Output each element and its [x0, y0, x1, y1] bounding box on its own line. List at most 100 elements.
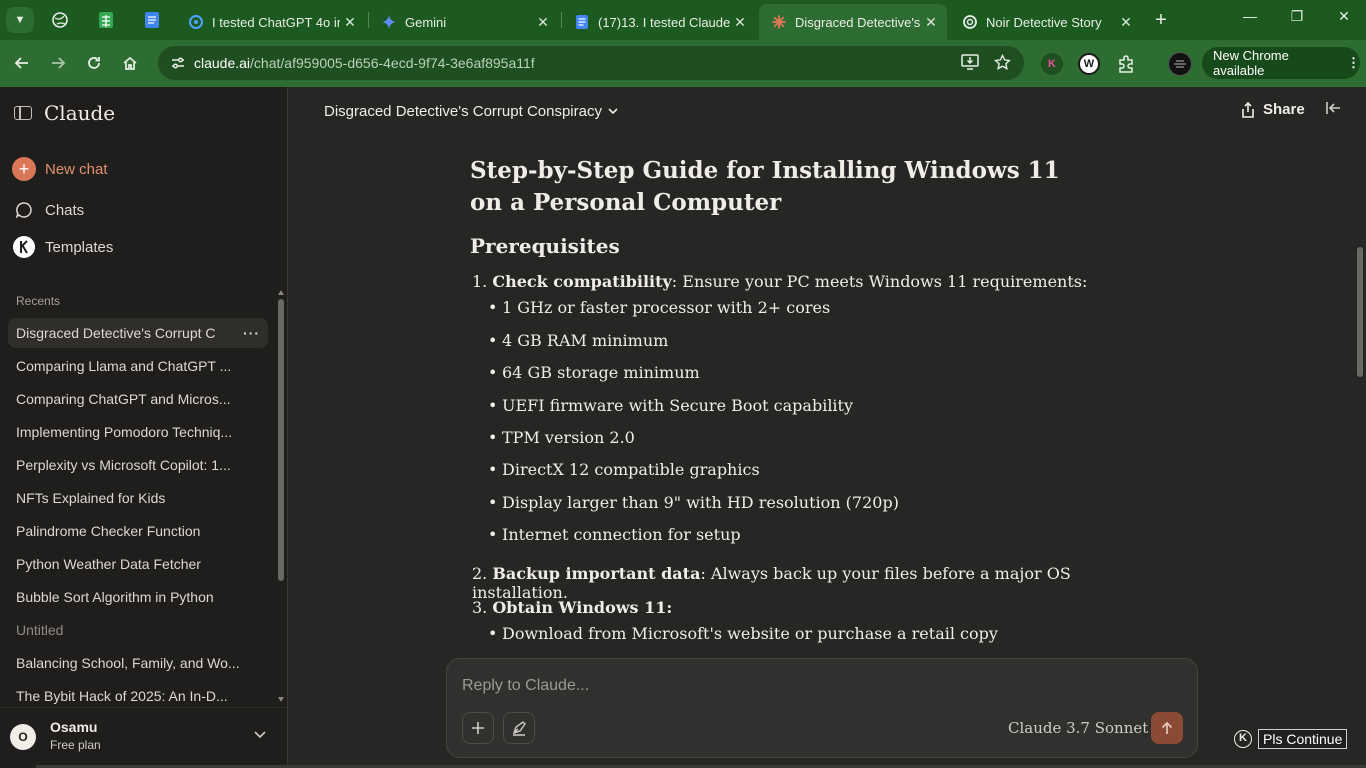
pinned-tab-globe[interactable] [49, 9, 71, 31]
new-chat-button[interactable]: + New chat [12, 157, 108, 181]
pls-continue-widget[interactable]: K Pls Continue [1234, 729, 1348, 749]
recent-chat-item[interactable]: Perplexity vs Microsoft Copilot: 1... [8, 450, 268, 480]
close-icon[interactable]: ✕ [340, 14, 360, 31]
profile-avatar[interactable] [1168, 52, 1192, 76]
install-app-icon[interactable] [960, 54, 980, 72]
new-chat-label: New chat [45, 160, 108, 178]
close-icon[interactable]: ✕ [921, 14, 941, 31]
plus-icon [472, 722, 484, 734]
extension-k-icon[interactable]: K [1041, 53, 1063, 75]
tab-gemini[interactable]: Gemini ✕ [369, 4, 559, 40]
collapse-panel-icon[interactable] [1325, 101, 1341, 120]
sidebar-item-chats[interactable]: Chats [12, 198, 84, 222]
list-number: 2. [472, 564, 488, 583]
recent-chat-label: Comparing Llama and ChatGPT ... [16, 358, 232, 374]
list-item: 2. Backup important data: Always back up… [472, 564, 1110, 602]
recent-chat-item[interactable]: Python Weather Data Fetcher [8, 549, 268, 579]
window-close-button[interactable]: ✕ [1324, 8, 1364, 25]
more-options-icon[interactable]: ··· [239, 325, 260, 341]
url-path: /chat/af959005-d656-4ecd-9f74-3e6af895a1… [250, 55, 535, 71]
tab-claude-active[interactable]: Disgraced Detective's C ✕ [759, 4, 947, 40]
style-tools-button[interactable] [503, 712, 535, 744]
gemini-sparkle-icon [381, 14, 397, 30]
model-selector[interactable]: Claude 3.7 Sonnet⌄ [1008, 719, 1161, 737]
pls-continue-button[interactable]: Pls Continue [1258, 729, 1348, 749]
bullet-item: 1 GHz or faster processor with 2+ cores [488, 298, 830, 317]
recent-chat-label: Disgraced Detective's Corrupt C [16, 325, 216, 341]
recent-chat-item[interactable]: Balancing School, Family, and Wo... [8, 648, 268, 678]
recent-chat-item[interactable]: Comparing ChatGPT and Micros... [8, 384, 268, 414]
restore-button[interactable]: ❐ [1277, 8, 1317, 25]
url-host: claude.ai [194, 55, 251, 71]
recent-chat-item[interactable]: Bubble Sort Algorithm in Python [8, 582, 268, 612]
arrow-right-icon [52, 57, 66, 69]
pinned-tab-sheets[interactable] [95, 9, 117, 31]
sidebar: Claude + New chat Chats Templates Recent… [0, 87, 288, 768]
list-number: 3. [472, 598, 488, 617]
avatar: O [10, 724, 36, 750]
tab-title: (17)13. I tested Claude [598, 14, 730, 30]
recent-chat-label: Python Weather Data Fetcher [16, 556, 201, 572]
reload-button[interactable] [82, 51, 106, 75]
tab-title: Gemini [405, 14, 447, 30]
send-button[interactable] [1151, 712, 1183, 744]
url-text[interactable]: claude.ai/chat/af959005-d656-4ecd-9f74-3… [194, 55, 535, 71]
tab-noir-story[interactable]: Noir Detective Story ✕ [950, 4, 1142, 40]
recent-chat-label: Comparing ChatGPT and Micros... [16, 391, 231, 407]
sidebar-toggle-icon[interactable] [14, 106, 32, 120]
docs-icon [574, 14, 590, 30]
bullet-item: Internet connection for setup [488, 525, 741, 544]
site-settings-icon[interactable] [170, 55, 186, 71]
list-item-bold: Obtain Windows 11: [492, 598, 673, 617]
recent-chat-item[interactable]: Palindrome Checker Function [8, 516, 268, 546]
share-icon [1242, 101, 1254, 118]
minimize-button[interactable]: — [1230, 8, 1270, 24]
add-attachment-button[interactable] [462, 712, 494, 744]
chevron-down-icon [254, 726, 266, 742]
home-button[interactable] [118, 51, 142, 75]
sidebar-header: Claude [14, 101, 115, 125]
scroll-up-arrow-icon[interactable] [278, 290, 284, 295]
extension-w-icon[interactable]: W [1078, 53, 1100, 75]
close-icon[interactable]: ✕ [730, 14, 750, 31]
close-icon[interactable]: ✕ [533, 14, 553, 31]
bullet-item: TPM version 2.0 [488, 428, 635, 447]
scroll-down-arrow-icon[interactable] [278, 697, 284, 702]
recent-chat-item[interactable]: Comparing Llama and ChatGPT ... [8, 351, 268, 381]
recent-chat-item[interactable]: Untitled [8, 615, 268, 645]
sidebar-scrollbar[interactable] [278, 299, 284, 581]
claude-starburst-icon [771, 14, 787, 30]
user-name: Osamu [50, 719, 98, 735]
reply-input[interactable]: Reply to Claude... [462, 677, 589, 695]
main-scrollbar[interactable] [1357, 247, 1363, 377]
bullet-item: 4 GB RAM minimum [488, 331, 668, 350]
forward-button[interactable] [46, 51, 70, 75]
recent-chat-item[interactable]: NFTs Explained for Kids [8, 483, 268, 513]
share-button[interactable]: Share [1241, 101, 1305, 118]
chat-bubble-icon [12, 198, 36, 222]
bookmark-star-icon[interactable] [992, 53, 1012, 72]
extensions-puzzle-icon[interactable] [1115, 53, 1137, 75]
pinned-tab-docs[interactable] [141, 9, 163, 31]
pen-icon [512, 721, 526, 736]
list-number: 1. [472, 272, 488, 291]
user-profile-button[interactable]: O Osamu Free plan [0, 707, 287, 768]
address-bar[interactable]: claude.ai/chat/af959005-d656-4ecd-9f74-3… [158, 46, 1024, 80]
model-label: Claude 3.7 Sonnet [1008, 719, 1149, 737]
browser-toolbar: claude.ai/chat/af959005-d656-4ecd-9f74-3… [0, 40, 1366, 87]
chatgpt-icon [188, 14, 204, 30]
tab-docs-claude[interactable]: (17)13. I tested Claude ✕ [562, 4, 756, 40]
sidebar-item-templates[interactable]: Templates [12, 235, 113, 259]
more-vert-icon[interactable]: ⋮ [1347, 55, 1360, 71]
new-tab-button[interactable]: + [1150, 9, 1172, 31]
back-button[interactable] [10, 51, 34, 75]
close-icon[interactable]: ✕ [1116, 14, 1136, 31]
recent-chat-label: The Bybit Hack of 2025: An In-D... [16, 688, 228, 704]
new-chrome-available-button[interactable]: New Chrome available ⋮ [1202, 47, 1360, 79]
recent-chat-item[interactable]: Disgraced Detective's Corrupt C ··· [8, 318, 268, 348]
tab-chatgpt-article[interactable]: I tested ChatGPT 4o im ✕ [176, 4, 366, 40]
tab-search-button[interactable]: ▼ [6, 7, 34, 33]
recent-chat-label: Perplexity vs Microsoft Copilot: 1... [16, 457, 231, 473]
recent-chat-item[interactable]: Implementing Pomodoro Techniq... [8, 417, 268, 447]
sheets-icon [99, 12, 113, 28]
